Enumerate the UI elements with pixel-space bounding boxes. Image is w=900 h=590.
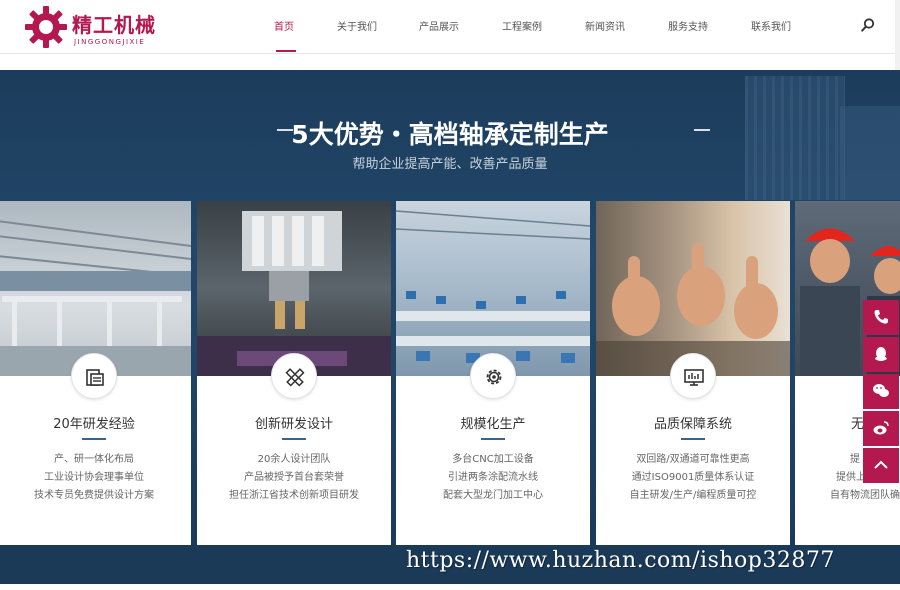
card-text: 技术专员免费提供设计方案 [34, 490, 154, 501]
card-text: 产、研一体化布局 [54, 454, 134, 465]
title-dash-right [694, 129, 710, 131]
thumbs-up-illustration [596, 243, 790, 376]
document-icon [86, 369, 104, 386]
card-text: 自有物流团队确 [830, 490, 900, 501]
advantage-card[interactable]: 无 提 提供上 自有物流团队确 [795, 201, 900, 545]
card-icon-circle [71, 353, 117, 399]
card-icon-circle [470, 353, 516, 399]
advantage-card[interactable]: 20年研发经验 产、研一体化布局 工业设计协会理事单位 技术专员免费提供设计方案 [0, 201, 191, 545]
float-wechat-button[interactable] [863, 374, 899, 409]
factory-photo [0, 201, 191, 376]
card-title: 品质保障系统 [653, 417, 732, 432]
card-icon-circle [271, 353, 317, 399]
card-divider [82, 438, 106, 440]
card-divider [282, 438, 306, 440]
weibo-icon [873, 421, 889, 435]
production-line-photo [396, 201, 590, 376]
nav-item-service[interactable]: 服务支持 [668, 18, 708, 33]
qq-icon [875, 347, 887, 361]
pencil-ruler-icon [285, 368, 305, 387]
card-icon-circle [670, 353, 716, 399]
brand-name: 精工机械 [72, 13, 156, 37]
float-phone-button[interactable] [863, 300, 899, 335]
brand-pinyin: JINGGONGJIXIE [74, 38, 146, 46]
nav-item-about[interactable]: 关于我们 [337, 18, 377, 33]
card-text: 自主研发/生产/编程质量可控 [629, 490, 757, 501]
robot-photo [197, 201, 391, 376]
page: 精工机械 JINGGONGJIXIE 首页 关于我们 产品展示 工程案例 新闻资… [0, 0, 900, 590]
site-header: 精工机械 JINGGONGJIXIE 首页 关于我们 产品展示 工程案例 新闻资… [0, 0, 900, 54]
card-divider [481, 438, 505, 440]
card-title: 规模化生产 [460, 417, 526, 432]
card-text: 产品被授予首台套荣誉 [244, 472, 344, 483]
robot-illustration [197, 211, 391, 376]
monitor-chart-icon [684, 369, 704, 386]
advantages-section: 5大优势・高档轴承定制生产 帮助企业提高产能、改善产品质量 20年研发经验 产、… [0, 70, 900, 590]
card-text: 双回路/双通道可靠性更高 [636, 454, 750, 465]
nav-item-products[interactable]: 产品展示 [419, 18, 459, 33]
nav-item-home[interactable]: 首页 [274, 18, 294, 33]
card-text: 提供上 [836, 472, 866, 483]
search-icon[interactable] [860, 17, 876, 33]
card-text: 配套大型龙门加工中心 [443, 490, 543, 501]
float-qq-button[interactable] [863, 337, 899, 372]
nav-active-indicator [276, 50, 296, 52]
thumbs-up-photo [596, 201, 790, 376]
card-text: 担任浙江省技术创新项目研发 [229, 490, 359, 501]
card-text: 多台CNC加工设备 [452, 454, 534, 465]
gear-icon [486, 369, 502, 385]
advantage-card[interactable]: 规模化生产 多台CNC加工设备 引进两条涂配流水线 配套大型龙门加工中心 [396, 201, 590, 545]
card-text: 工业设计协会理事单位 [44, 472, 144, 483]
page-bottom [0, 584, 900, 590]
production-line-illustration [396, 210, 590, 363]
card-text: 通过ISO9001质量体系认证 [631, 472, 755, 483]
gear-logo-icon [25, 6, 67, 48]
nav-item-news[interactable]: 新闻资讯 [585, 18, 625, 33]
section-subtitle: 帮助企业提高产能、改善产品质量 [352, 157, 548, 172]
back-to-top-icon [874, 460, 888, 469]
phone-icon [874, 310, 888, 324]
card-text: 提 [850, 454, 860, 465]
card-text: 20余人设计团队 [257, 454, 331, 465]
card-title: 20年研发经验 [53, 417, 135, 432]
advantage-card[interactable]: 品质保障系统 双回路/双通道可靠性更高 通过ISO9001质量体系认证 自主研发… [596, 201, 790, 545]
advantage-card[interactable]: 创新研发设计 20余人设计团队 产品被授予首台套荣誉 担任浙江省技术创新项目研发 [197, 201, 391, 545]
watermark-url: https://www.huzhan.com/ishop32877 [406, 548, 835, 573]
float-top-button[interactable] [863, 448, 899, 483]
card-divider [681, 438, 705, 440]
logo[interactable]: 精工机械 JINGGONGJIXIE [24, 5, 174, 51]
section-title: 5大优势・高档轴承定制生产 [291, 120, 609, 149]
nav-item-cases[interactable]: 工程案例 [502, 18, 542, 33]
wechat-icon [873, 384, 889, 397]
nav-item-contact[interactable]: 联系我们 [751, 18, 791, 33]
float-weibo-button[interactable] [863, 411, 899, 446]
card-title: 创新研发设计 [254, 417, 333, 432]
factory-illustration [0, 220, 191, 376]
card-text: 引进两条涂配流水线 [448, 472, 538, 483]
